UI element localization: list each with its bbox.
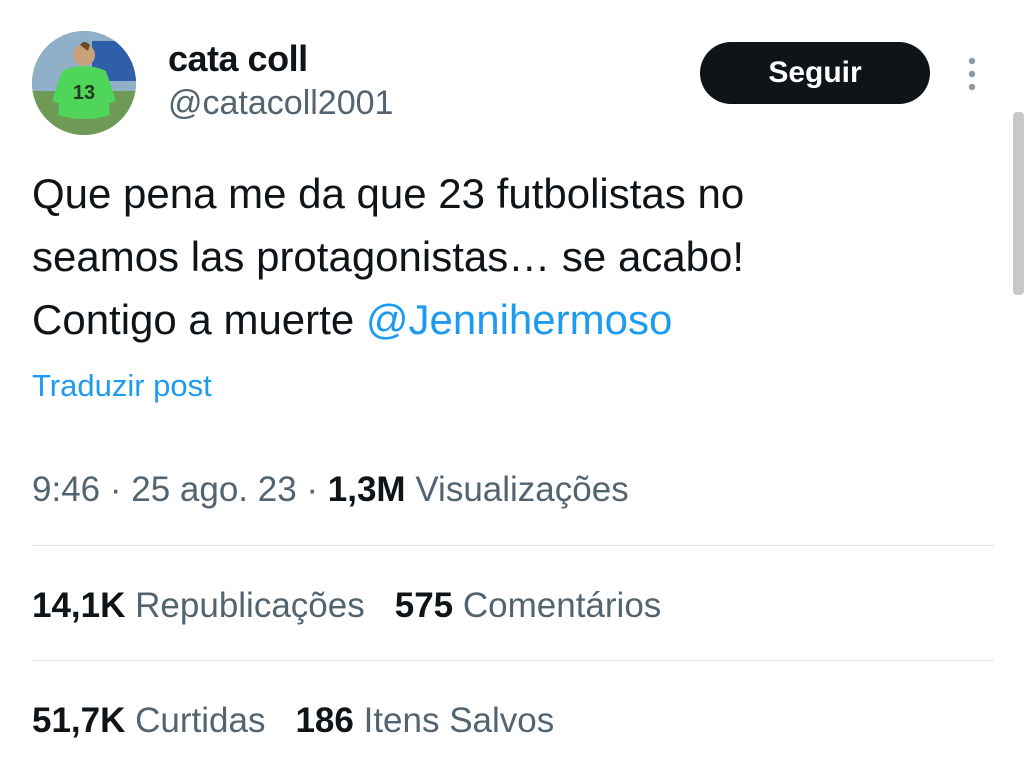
more-vertical-icon[interactable] [962, 56, 982, 92]
avatar-image: 13 [32, 31, 136, 135]
tweet-date[interactable]: 25 ago. 23 [131, 470, 296, 509]
reposts-count: 14,1K [32, 586, 126, 625]
views-count: 1,3M [327, 470, 406, 509]
tweet-time[interactable]: 9:46 [32, 470, 100, 509]
divider [32, 545, 994, 546]
avatar[interactable]: 13 [32, 31, 136, 135]
likes-label: Curtidas [135, 701, 266, 740]
likes-stat[interactable]: 51,7K Curtidas [32, 701, 265, 741]
translate-post-link[interactable]: Traduzir post [32, 368, 212, 404]
tweet-text-line-1: Que pena me da que 23 futbolistas no [32, 170, 745, 217]
reposts-stat[interactable]: 14,1K Republicações [32, 586, 365, 626]
follow-button[interactable]: Seguir [700, 42, 930, 104]
scrollbar[interactable] [1013, 112, 1024, 295]
bookmarks-count: 186 [295, 701, 354, 740]
meta-separator: · [100, 470, 132, 509]
tweet-meta: 9:46 · 25 ago. 23 · 1,3M Visualizações [32, 470, 629, 510]
comments-label: Comentários [462, 586, 662, 625]
jersey-number: 13 [73, 82, 95, 104]
likes-count: 51,7K [32, 701, 126, 740]
tweet-text: Que pena me da que 23 futbolistas no sea… [32, 162, 972, 351]
divider [32, 660, 994, 661]
bookmarks-stat[interactable]: 186 Itens Salvos [295, 701, 554, 741]
stats-row-engagement: 14,1K Republicações 575 Comentários [32, 586, 691, 626]
comments-stat[interactable]: 575 Comentários [395, 586, 662, 626]
bookmarks-label: Itens Salvos [363, 701, 555, 740]
tweet-text-line-3: Contigo a muerte @Jennihermoso [32, 288, 972, 351]
stats-row-likes: 51,7K Curtidas 186 Itens Salvos [32, 701, 584, 741]
tweet-text-line-2: seamos las protagonistas… se acabo! [32, 233, 745, 280]
tweet-text-line-3-prefix: Contigo a muerte [32, 296, 366, 343]
user-handle[interactable]: @catacoll2001 [168, 84, 393, 123]
views-label: Visualizações [415, 470, 629, 509]
meta-separator: · [296, 470, 328, 509]
reposts-label: Republicações [135, 586, 365, 625]
mention-link[interactable]: @Jennihermoso [366, 296, 672, 343]
comments-count: 575 [394, 586, 454, 625]
display-name[interactable]: cata coll [168, 38, 308, 80]
